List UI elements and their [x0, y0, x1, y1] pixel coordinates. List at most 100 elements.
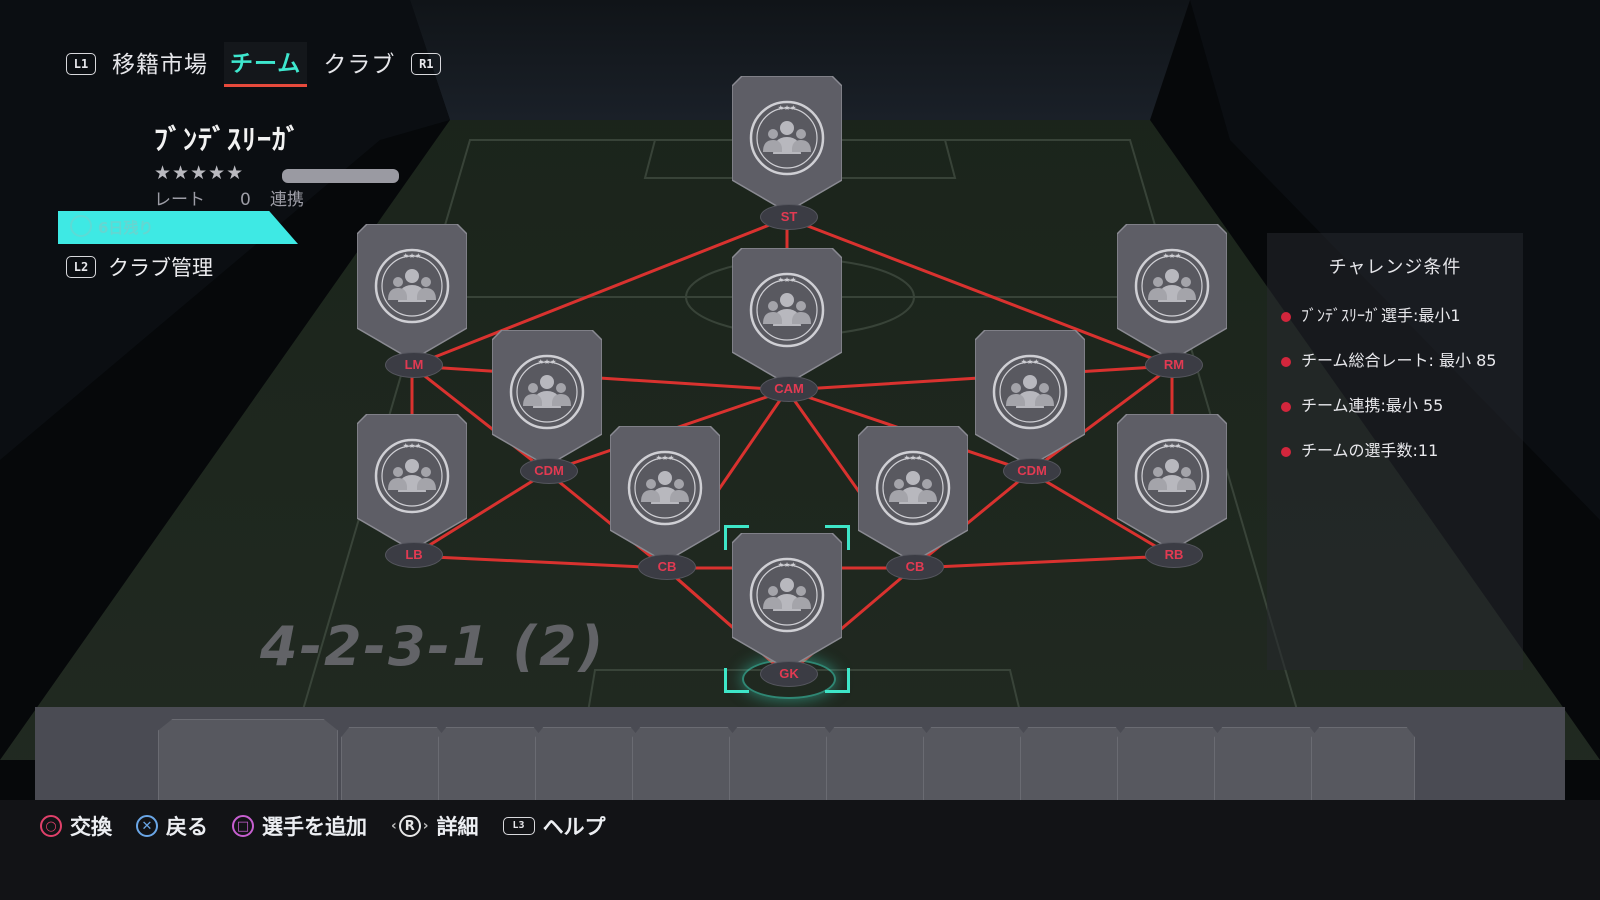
- position-slot-cdm[interactable]: ★★★ CDM: [492, 330, 602, 484]
- requirement-item: ﾌﾞﾝﾃﾞｽﾘｰｶﾞ選手:最小1: [1281, 303, 1517, 329]
- substitutes-bench: [35, 707, 1565, 801]
- club-manage-button[interactable]: L2 クラブ管理: [66, 252, 213, 282]
- chemistry-label: 連携: [270, 190, 304, 210]
- empty-player-icon: ★★★: [1117, 414, 1227, 550]
- rating-label: レート: [154, 190, 205, 210]
- svg-text:★★★: ★★★: [538, 358, 557, 366]
- bench-slot[interactable]: [923, 727, 1027, 801]
- position-label: GK: [760, 661, 818, 687]
- position-label: CDM: [520, 458, 578, 484]
- bench-slot[interactable]: [729, 727, 833, 801]
- position-slot-cam[interactable]: ★★★ CAM: [732, 248, 842, 402]
- star-rating: ★★★★★: [154, 162, 245, 184]
- empty-player-icon: ★★★: [1117, 224, 1227, 360]
- tab-club[interactable]: クラブ: [317, 43, 401, 85]
- chevron-right-icon: ›: [422, 818, 429, 834]
- svg-text:★★★: ★★★: [1021, 358, 1040, 366]
- selection-bracket: [825, 668, 850, 693]
- details-hint[interactable]: ‹ R › 詳細: [391, 811, 479, 841]
- chemistry-bar: [282, 169, 399, 183]
- empty-player-icon: ★★★: [732, 248, 842, 384]
- swap-hint[interactable]: ○ 交換: [40, 811, 112, 841]
- bench-slot[interactable]: [341, 727, 445, 801]
- l1-button-icon[interactable]: L1: [66, 53, 96, 75]
- position-slot-cb[interactable]: ★★★ CB: [610, 426, 720, 580]
- requirement-item: チーム連携:最小 55: [1281, 393, 1517, 419]
- bench-slot[interactable]: [1117, 727, 1221, 801]
- bench-slot[interactable]: [1311, 727, 1415, 801]
- empty-player-icon: ★★★: [858, 426, 968, 562]
- button-hints: ○ 交換 ✕ 戻る □ 選手を追加 ‹ R › 詳細 L3 ヘルプ: [40, 812, 620, 840]
- bench-slot[interactable]: [632, 727, 736, 801]
- squad-screen: L1 移籍市場 チーム クラブ R1 ﾌﾞﾝﾃﾞｽﾘｰｶﾞ ★★★★★ レート 0…: [0, 0, 1600, 900]
- position-label: CAM: [760, 376, 818, 402]
- cross-button-icon: ✕: [136, 815, 158, 837]
- requirement-item: チーム総合レート: 最小 85: [1281, 348, 1517, 374]
- selection-bracket: [724, 668, 749, 693]
- position-slot-gk[interactable]: ★★★ GK: [724, 525, 850, 699]
- position-label: CB: [638, 554, 696, 580]
- position-slot-st[interactable]: ★★★ ST: [732, 76, 842, 230]
- empty-player-icon: ★★★: [492, 330, 602, 466]
- position-label: LM: [385, 352, 443, 378]
- svg-text:★★★: ★★★: [904, 454, 923, 462]
- r1-button-icon[interactable]: R1: [411, 53, 442, 75]
- circle-button-icon: ○: [40, 815, 62, 837]
- empty-player-icon: ★★★: [732, 533, 842, 669]
- l3-stick-icon: L3: [502, 817, 535, 835]
- svg-text:★★★: ★★★: [1163, 252, 1182, 260]
- l2-button-icon: L2: [66, 256, 96, 278]
- position-label: LB: [385, 542, 443, 568]
- bench-slot[interactable]: [158, 719, 338, 801]
- selection-bracket: [825, 525, 850, 550]
- position-label: CB: [886, 554, 944, 580]
- position-slot-lb[interactable]: ★★★ LB: [357, 414, 467, 568]
- selection-bracket: [724, 525, 749, 550]
- help-hint[interactable]: L3 ヘルプ: [502, 811, 606, 841]
- bench-slot[interactable]: [438, 727, 542, 801]
- position-label: RB: [1145, 542, 1203, 568]
- svg-text:★★★: ★★★: [1163, 442, 1182, 450]
- empty-player-icon: ★★★: [975, 330, 1085, 466]
- bench-slot[interactable]: [1020, 727, 1124, 801]
- stopwatch-icon: [70, 215, 92, 237]
- right-stick-icon: R: [398, 815, 421, 837]
- svg-text:★★★: ★★★: [403, 442, 422, 450]
- position-slot-cdm[interactable]: ★★★ CDM: [975, 330, 1085, 484]
- rating-row: レート 0 連携: [154, 185, 304, 210]
- club-manage-label: クラブ管理: [108, 256, 213, 280]
- svg-text:★★★: ★★★: [403, 252, 422, 260]
- empty-player-icon: ★★★: [610, 426, 720, 562]
- bench-slot[interactable]: [535, 727, 639, 801]
- chevron-left-icon: ‹: [391, 818, 397, 834]
- position-label: RM: [1145, 352, 1203, 378]
- tab-team[interactable]: チーム: [224, 41, 308, 87]
- empty-player-icon: ★★★: [732, 76, 842, 212]
- svg-text:★★★: ★★★: [778, 561, 797, 569]
- formation-name: 4-2-3-1 (2): [260, 615, 606, 678]
- bullet-icon: [1281, 357, 1291, 367]
- top-navigation: L1 移籍市場 チーム クラブ R1: [66, 41, 442, 87]
- tab-transfer-market[interactable]: 移籍市場: [106, 43, 214, 85]
- back-hint[interactable]: ✕ 戻る: [136, 811, 208, 841]
- time-remaining-text: 6日残り: [98, 219, 154, 237]
- position-slot-rm[interactable]: ★★★ RM: [1117, 224, 1227, 378]
- bench-slot[interactable]: [826, 727, 930, 801]
- square-button-icon: □: [232, 815, 254, 837]
- add-player-hint[interactable]: □ 選手を追加: [232, 811, 367, 841]
- bench-slot[interactable]: [1214, 727, 1318, 801]
- rating-value: 0: [240, 190, 251, 210]
- empty-player-icon: ★★★: [357, 224, 467, 360]
- empty-player-icon: ★★★: [357, 414, 467, 550]
- requirement-item: チームの選手数:11: [1281, 438, 1517, 464]
- bullet-icon: [1281, 447, 1291, 457]
- bullet-icon: [1281, 402, 1291, 412]
- time-remaining-banner: 6日残り: [58, 211, 298, 244]
- svg-text:★★★: ★★★: [778, 276, 797, 284]
- svg-text:★★★: ★★★: [656, 454, 675, 462]
- position-slot-lm[interactable]: ★★★ LM: [357, 224, 467, 378]
- position-slot-cb[interactable]: ★★★ CB: [858, 426, 968, 580]
- position-label: ST: [760, 204, 818, 230]
- challenge-requirements-panel: チャレンジ条件 ﾌﾞﾝﾃﾞｽﾘｰｶﾞ選手:最小1 チーム総合レート: 最小 85…: [1267, 233, 1523, 670]
- position-slot-rb[interactable]: ★★★ RB: [1117, 414, 1227, 568]
